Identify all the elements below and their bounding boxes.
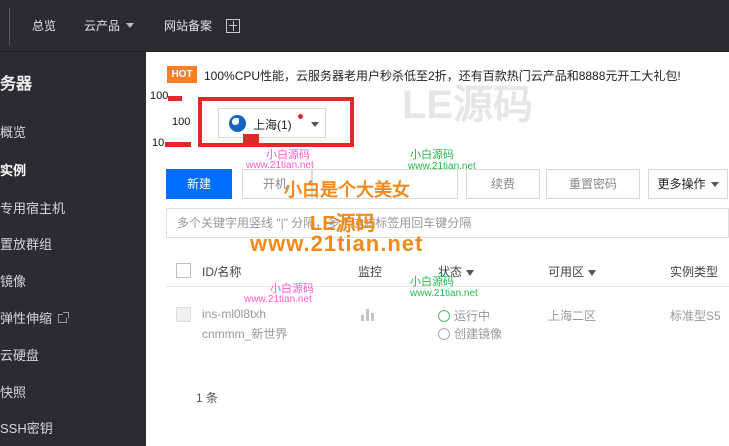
region-selector[interactable]: 上海(1) — [218, 108, 326, 138]
running-icon — [438, 310, 450, 322]
sidebar-item-auto-scaling[interactable]: 弹性伸缩 — [0, 308, 70, 327]
chevron-down-icon — [311, 122, 319, 127]
reset-password-button[interactable]: 重置密码 — [546, 169, 640, 199]
status-creating-image: 创建镜像 — [438, 325, 502, 342]
select-all-checkbox[interactable] — [176, 263, 191, 278]
table-row[interactable]: ins-ml0l8txh cnmmm_新世界 运行中 创建镜像 上海二区 标准型… — [166, 297, 729, 357]
topbar-divider — [9, 8, 10, 46]
sidebar-item-auto-scaling-label: 弹性伸缩 — [0, 311, 53, 326]
watermark-url-1: www.21tian.net — [246, 160, 314, 171]
sidebar: 务器 概览 实例 专用宿主机 置放群组 镜像 弹性伸缩 云硬盘 快照 SSH密钥 — [0, 52, 146, 446]
region-label: 上海(1) — [253, 118, 292, 132]
instance-id[interactable]: ins-ml0l8txh — [202, 307, 266, 321]
substatus-label: 创建镜像 — [454, 327, 503, 341]
renew-button[interactable]: 续费 — [466, 169, 540, 199]
overlay-number-1: 100 — [150, 90, 169, 102]
sidebar-item-overview[interactable]: 概览 — [0, 122, 26, 141]
notification-dot — [298, 114, 303, 119]
red-mark-3 — [243, 134, 259, 143]
nav-cloud-products-label: 云产品 — [84, 19, 121, 33]
sidebar-item-placement-group[interactable]: 置放群组 — [0, 234, 52, 253]
col-id-name: ID/名称 — [202, 265, 242, 279]
monitor-chart-icon[interactable] — [361, 309, 375, 321]
sidebar-item-images[interactable]: 镜像 — [0, 271, 26, 290]
filter-icon[interactable] — [466, 270, 475, 276]
watermark-gray-logo: LE源码 — [402, 83, 534, 127]
watermark-headline: 小白是个大美女 — [284, 180, 410, 200]
watermark-url-big: www.21tian.net — [250, 231, 424, 256]
zone-value: 上海二区 — [548, 309, 597, 323]
console-screen: 总览 云产品 网站备案 务器 概览 实例 专用宿主机 置放群组 镜像 弹性伸缩 … — [0, 0, 729, 446]
sidebar-item-ssh-key[interactable]: SSH密钥 — [0, 418, 53, 437]
row-checkbox[interactable] — [176, 307, 191, 322]
instance-type-value: 标准型S5 — [670, 309, 721, 323]
nav-overview[interactable]: 总览 — [32, 18, 56, 34]
hot-badge: HOT — [167, 66, 197, 83]
watermark-green-2: 小白源码 — [410, 276, 454, 288]
nav-cloud-products[interactable]: 云产品 — [84, 18, 135, 34]
sidebar-item-dedicated-host[interactable]: 专用宿主机 — [0, 198, 65, 217]
new-instance-button[interactable]: 新建 — [166, 169, 232, 199]
col-monitor: 监控 — [358, 265, 383, 279]
sidebar-title: 务器 — [0, 76, 33, 93]
col-zone[interactable]: 可用区 — [548, 263, 597, 280]
watermark-green-1: 小白源码 — [410, 149, 454, 161]
chevron-down-icon — [126, 23, 135, 28]
overlay-number-2: 100 — [172, 116, 191, 128]
bar-1 — [361, 315, 364, 321]
sidebar-item-cloud-disk[interactable]: 云硬盘 — [0, 345, 39, 364]
filter-icon[interactable] — [588, 270, 597, 276]
status-running: 运行中 — [438, 307, 490, 324]
bar-2 — [366, 309, 369, 321]
overlay-number-3: 10 — [152, 137, 165, 149]
external-link-icon — [58, 312, 70, 323]
col-zone-label: 可用区 — [548, 265, 585, 279]
add-shortcut-icon[interactable] — [226, 19, 240, 33]
watermark-url-3: www.21tian.net — [410, 288, 478, 299]
more-actions-button[interactable]: 更多操作 — [648, 169, 728, 199]
more-actions-label: 更多操作 — [657, 177, 706, 191]
globe-icon — [229, 115, 246, 132]
col-instance-type: 实例类型 — [670, 265, 719, 279]
sidebar-item-instances[interactable]: 实例 — [0, 160, 26, 179]
watermark-url-2: www.21tian.net — [408, 161, 476, 172]
nav-icp-filing[interactable]: 网站备案 — [164, 18, 212, 34]
sidebar-item-snapshot[interactable]: 快照 — [0, 382, 26, 401]
red-mark-2 — [165, 142, 191, 147]
row-count: 1 条 — [196, 391, 219, 405]
creating-icon — [438, 328, 450, 340]
instance-name: cnmmm_新世界 — [202, 327, 288, 341]
watermark-url-4: www.21tian.net — [244, 294, 312, 305]
status-label: 运行中 — [454, 309, 491, 323]
red-mark-1 — [168, 96, 182, 101]
chevron-down-icon — [710, 182, 719, 187]
bar-3 — [371, 313, 374, 321]
top-navbar: 总览 云产品 网站备案 — [0, 0, 729, 52]
